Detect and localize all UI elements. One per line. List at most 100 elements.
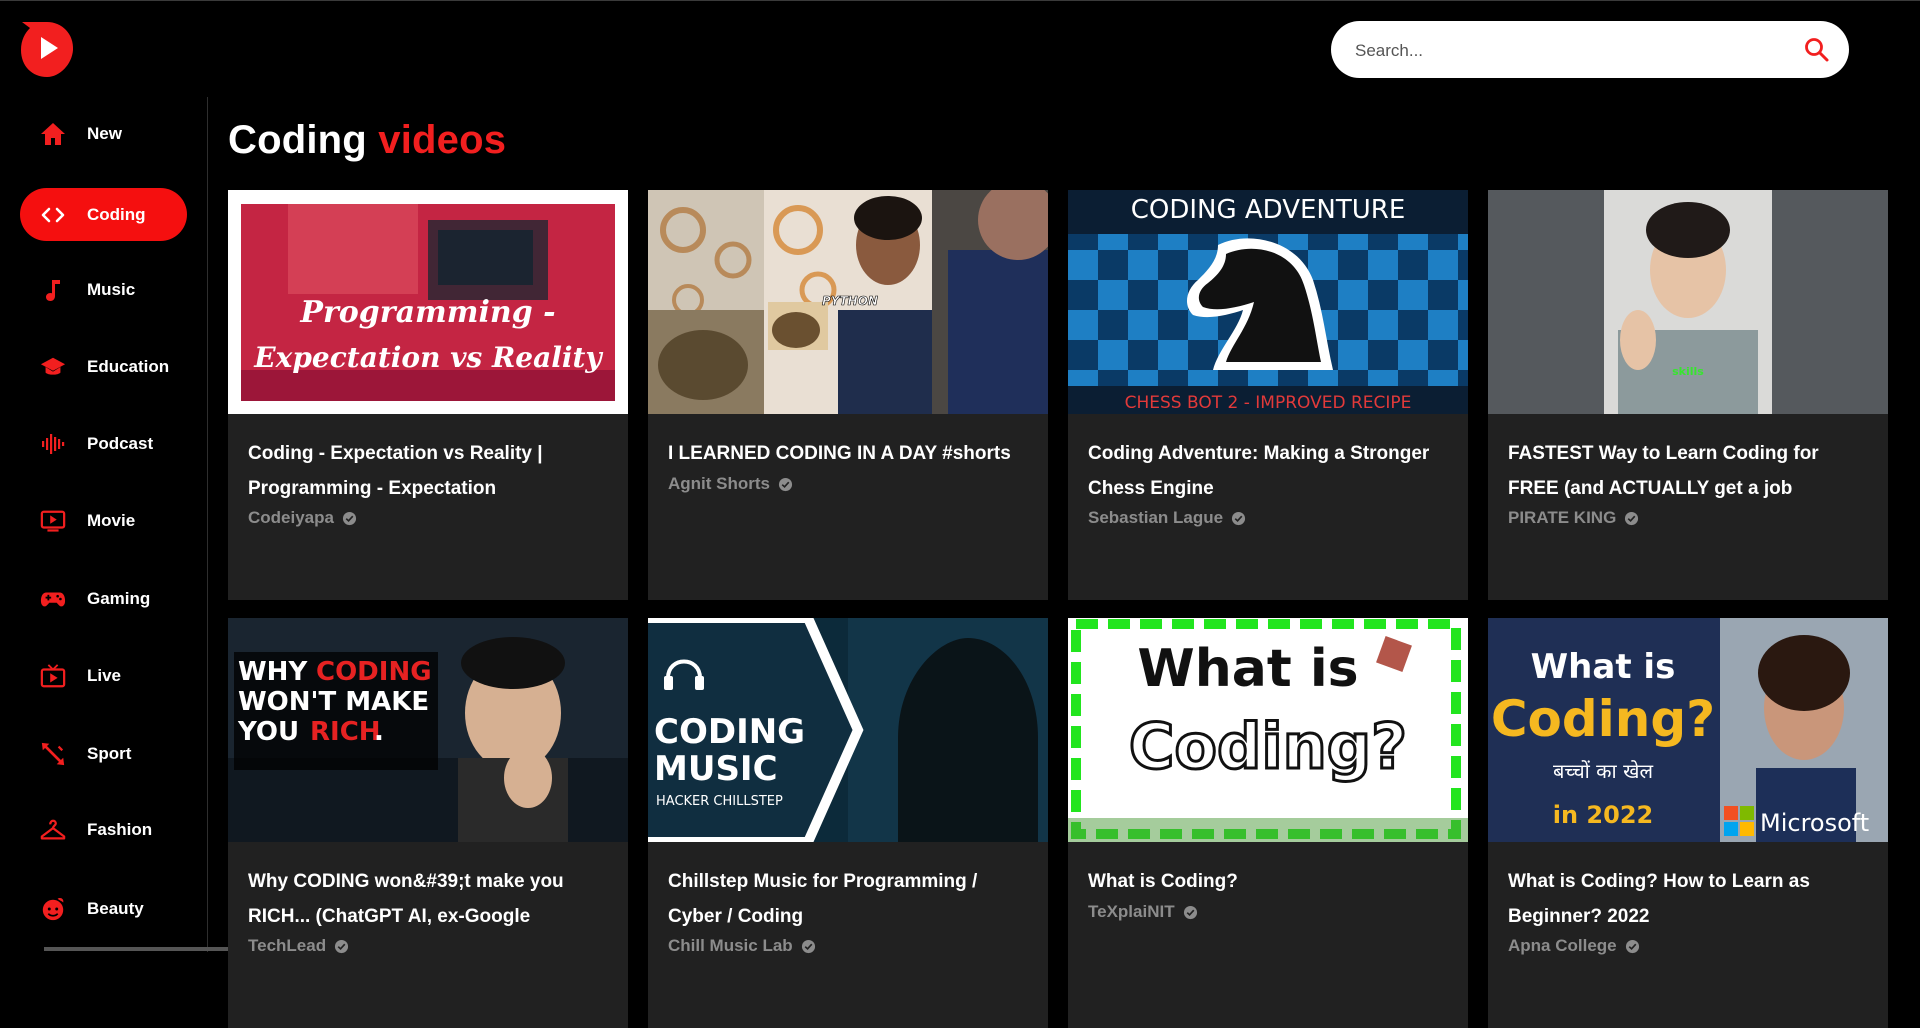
top-border bbox=[0, 0, 1920, 1]
thumb-text: Programming - bbox=[299, 295, 555, 330]
video-thumbnail[interactable]: PYTHON bbox=[648, 190, 1048, 414]
channel-label: TechLead bbox=[248, 936, 327, 955]
page-title-main: Coding bbox=[228, 118, 367, 162]
logo-icon[interactable] bbox=[20, 20, 74, 78]
thumb-text: RICH bbox=[310, 717, 381, 747]
sidebar-item-label: Music bbox=[87, 279, 136, 299]
channel-label: TeXplaiNIT bbox=[1088, 902, 1175, 921]
channel-name[interactable]: TechLead bbox=[248, 936, 349, 956]
video-title[interactable]: What is Coding? bbox=[1088, 864, 1448, 899]
search-bar bbox=[1331, 21, 1849, 80]
video-thumbnail[interactable]: CODING ADVENTURE CHESS BOT 2 - IMPROVED … bbox=[1068, 190, 1468, 414]
sidebar-item-gaming[interactable]: Gaming bbox=[20, 572, 187, 625]
video-title[interactable]: Chillstep Music for Programming / Cyber … bbox=[668, 864, 1028, 934]
thumb-text: Coding? bbox=[1129, 710, 1407, 783]
sidebar-item-music[interactable]: Music bbox=[20, 263, 187, 316]
gamepad-icon bbox=[40, 586, 66, 612]
sidebar-item-label: Education bbox=[87, 356, 170, 376]
sidebar-item-movie[interactable]: Movie bbox=[20, 494, 187, 547]
live-tv-icon bbox=[40, 663, 66, 689]
video-title[interactable]: Coding - Expectation vs Reality | Progra… bbox=[248, 436, 608, 506]
sidebar-item-beauty[interactable]: Beauty bbox=[20, 882, 187, 935]
sidebar-item-label: New bbox=[87, 123, 122, 143]
sidebar-item-coding[interactable]: Coding bbox=[20, 188, 187, 241]
thumb-text: CHESS BOT 2 - IMPROVED RECIPE bbox=[1125, 393, 1412, 413]
sidebar-item-label: Sport bbox=[87, 743, 132, 763]
video-title[interactable]: FASTEST Way to Learn Coding for FREE (an… bbox=[1508, 436, 1868, 506]
channel-label: Apna College bbox=[1508, 936, 1617, 955]
verified-check-icon bbox=[1232, 511, 1246, 525]
search-input[interactable] bbox=[1353, 21, 1777, 80]
video-thumbnail[interactable]: CODING MUSIC HACKER CHILLSTEP bbox=[648, 618, 1048, 842]
video-title[interactable]: What is Coding? How to Learn as Beginner… bbox=[1508, 864, 1868, 934]
podcast-icon bbox=[40, 431, 66, 457]
tv-play-icon bbox=[40, 508, 66, 534]
video-card[interactable]: What is Coding? बच्चों का खेल in 2022 Mi… bbox=[1488, 618, 1888, 1028]
sidebar-divider bbox=[207, 97, 208, 952]
sidebar-item-sport[interactable]: Sport bbox=[20, 727, 187, 780]
video-title[interactable]: Why CODING won&#39;t make you RICH... (C… bbox=[248, 864, 608, 934]
hanger-icon bbox=[40, 817, 66, 843]
video-thumbnail[interactable]: What is Coding? बच्चों का खेल in 2022 Mi… bbox=[1488, 618, 1888, 842]
thumb-text: बच्चों का खेल bbox=[1553, 759, 1653, 783]
thumb-text: HACKER CHILLSTEP bbox=[656, 794, 783, 809]
thumb-text: CODING ADVENTURE bbox=[1131, 195, 1406, 225]
thumb-text: Microsoft bbox=[1760, 809, 1869, 837]
video-thumbnail[interactable]: WHY CODING WON'T MAKE YOU RICH . bbox=[228, 618, 628, 842]
video-thumbnail[interactable]: What is Coding? bbox=[1068, 618, 1468, 842]
channel-label: Codeiyapa bbox=[248, 508, 334, 527]
video-card[interactable]: Programming - Expectation vs Reality Cod… bbox=[228, 190, 628, 600]
sport-icon bbox=[40, 741, 66, 767]
channel-label: Chill Music Lab bbox=[668, 936, 793, 955]
video-card[interactable]: PYTHON I LEARNED CODING IN A DAY #shorts… bbox=[648, 190, 1048, 600]
search-icon[interactable] bbox=[1803, 36, 1831, 64]
beauty-icon bbox=[40, 896, 66, 922]
channel-label: Agnit Shorts bbox=[668, 474, 770, 493]
verified-check-icon bbox=[778, 477, 793, 491]
sidebar-item-label: Gaming bbox=[87, 588, 151, 608]
channel-name[interactable]: Codeiyapa bbox=[248, 508, 357, 528]
home-icon bbox=[40, 121, 66, 147]
channel-name[interactable]: Chill Music Lab bbox=[668, 936, 816, 956]
thumb-text: What is bbox=[1531, 647, 1676, 687]
video-title[interactable]: Coding Adventure: Making a Stronger Ches… bbox=[1088, 436, 1448, 506]
video-card[interactable]: What is Coding? What is Coding? TeXplaiN… bbox=[1068, 618, 1468, 1028]
page-title-accent: videos bbox=[378, 118, 507, 162]
page-title: Coding videos bbox=[228, 118, 506, 163]
sidebar-item-new[interactable]: New bbox=[20, 107, 187, 160]
thumb-text: skills bbox=[1672, 365, 1704, 378]
thumb-text: PYTHON bbox=[822, 294, 878, 308]
video-card[interactable]: WHY CODING WON'T MAKE YOU RICH . Why COD… bbox=[228, 618, 628, 1028]
graduation-cap-icon bbox=[40, 354, 66, 380]
video-title[interactable]: I LEARNED CODING IN A DAY #shorts bbox=[668, 436, 1028, 471]
thumb-text: CODING bbox=[654, 712, 805, 752]
sidebar-item-label: Fashion bbox=[87, 819, 153, 839]
video-card[interactable]: CODING MUSIC HACKER CHILLSTEP Chillstep … bbox=[648, 618, 1048, 1028]
channel-name[interactable]: Apna College bbox=[1508, 936, 1640, 956]
video-thumbnail[interactable]: skills bbox=[1488, 190, 1888, 414]
thumb-text: What is bbox=[1137, 639, 1358, 699]
sidebar-item-podcast[interactable]: Podcast bbox=[20, 417, 187, 470]
channel-label: PIRATE KING bbox=[1508, 508, 1617, 527]
channel-name[interactable]: Agnit Shorts bbox=[668, 474, 793, 494]
sidebar-item-fashion[interactable]: Fashion bbox=[20, 803, 187, 856]
sidebar-item-label: Movie bbox=[87, 510, 136, 530]
verified-check-icon bbox=[1625, 511, 1639, 525]
thumb-text: MUSIC bbox=[654, 749, 778, 789]
video-thumbnail[interactable]: Programming - Expectation vs Reality bbox=[228, 190, 628, 414]
verified-check-icon bbox=[801, 939, 815, 953]
video-card[interactable]: skills FASTEST Way to Learn Coding for F… bbox=[1488, 190, 1888, 600]
sidebar-item-education[interactable]: Education bbox=[20, 340, 187, 393]
verified-check-icon bbox=[1183, 905, 1197, 919]
thumb-text: in 2022 bbox=[1553, 801, 1653, 829]
channel-name[interactable]: Sebastian Lague bbox=[1088, 508, 1246, 528]
sidebar-item-label: Live bbox=[87, 665, 122, 685]
channel-name[interactable]: PIRATE KING bbox=[1508, 508, 1639, 528]
sidebar-item-live[interactable]: Live bbox=[20, 649, 187, 702]
video-card[interactable]: CODING ADVENTURE CHESS BOT 2 - IMPROVED … bbox=[1068, 190, 1468, 600]
music-note-icon bbox=[40, 277, 66, 303]
thumb-text: Coding? bbox=[1491, 690, 1715, 748]
code-icon bbox=[40, 202, 66, 228]
channel-name[interactable]: TeXplaiNIT bbox=[1088, 902, 1198, 922]
sidebar-item-label: Coding bbox=[87, 204, 146, 224]
